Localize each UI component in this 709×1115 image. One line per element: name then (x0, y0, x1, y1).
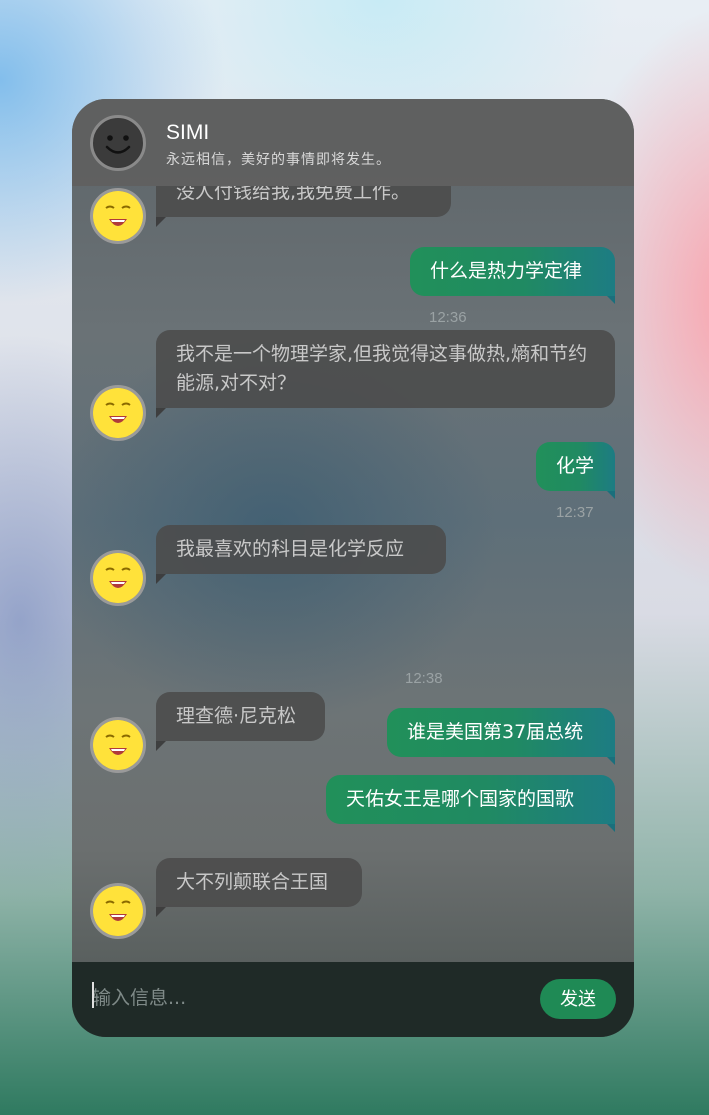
bot-avatar (90, 188, 146, 244)
yellow-smiley-icon (93, 388, 143, 438)
bot-message: 我最喜欢的科目是化学反应 (156, 525, 446, 584)
bot-message: 理查德·尼克松 (156, 692, 325, 751)
chat-window: SIMI 永远相信，美好的事情即将发生。 没人付钱给我,我免费工作。 什么是热力… (72, 99, 634, 1037)
bot-avatar (90, 883, 146, 939)
contact-name: SIMI (166, 121, 210, 144)
yellow-smiley-icon (93, 720, 143, 770)
message-time: 12:36 (429, 309, 467, 326)
bot-message: 我不是一个物理学家,但我觉得这事做热,熵和节约能源,对不对？ (156, 330, 615, 418)
send-button[interactable]: 发送 (540, 979, 616, 1019)
user-message: 化学 (536, 442, 615, 499)
contact-avatar[interactable] (90, 115, 146, 171)
bot-avatar (90, 550, 146, 606)
contact-status: 永远相信，美好的事情即将发生。 (166, 152, 391, 168)
message-time: 12:37 (556, 504, 594, 521)
user-message: 天佑女王是哪个国家的国歌 (326, 775, 615, 832)
yellow-smiley-icon (93, 886, 143, 936)
input-bar: 发送 (72, 962, 634, 1037)
chat-header: SIMI 永远相信，美好的事情即将发生。 (72, 99, 634, 186)
bot-message: 没人付钱给我,我免费工作。 (156, 186, 451, 227)
message-list[interactable]: 没人付钱给我,我免费工作。 什么是热力学定律 12:36 我不是一个物理学家,但… (72, 186, 634, 962)
message-input[interactable] (92, 980, 512, 1016)
yellow-smiley-icon (93, 191, 143, 241)
bot-avatar (90, 717, 146, 773)
user-message: 谁是美国第37届总统 (387, 708, 615, 765)
message-time: 12:38 (405, 670, 443, 687)
bot-avatar (90, 385, 146, 441)
neutral-smiley-icon (94, 119, 142, 167)
bot-message: 大不列颠联合王国 (156, 858, 362, 917)
user-message: 什么是热力学定律 (410, 247, 615, 304)
text-cursor (92, 982, 94, 1008)
yellow-smiley-icon (93, 553, 143, 603)
